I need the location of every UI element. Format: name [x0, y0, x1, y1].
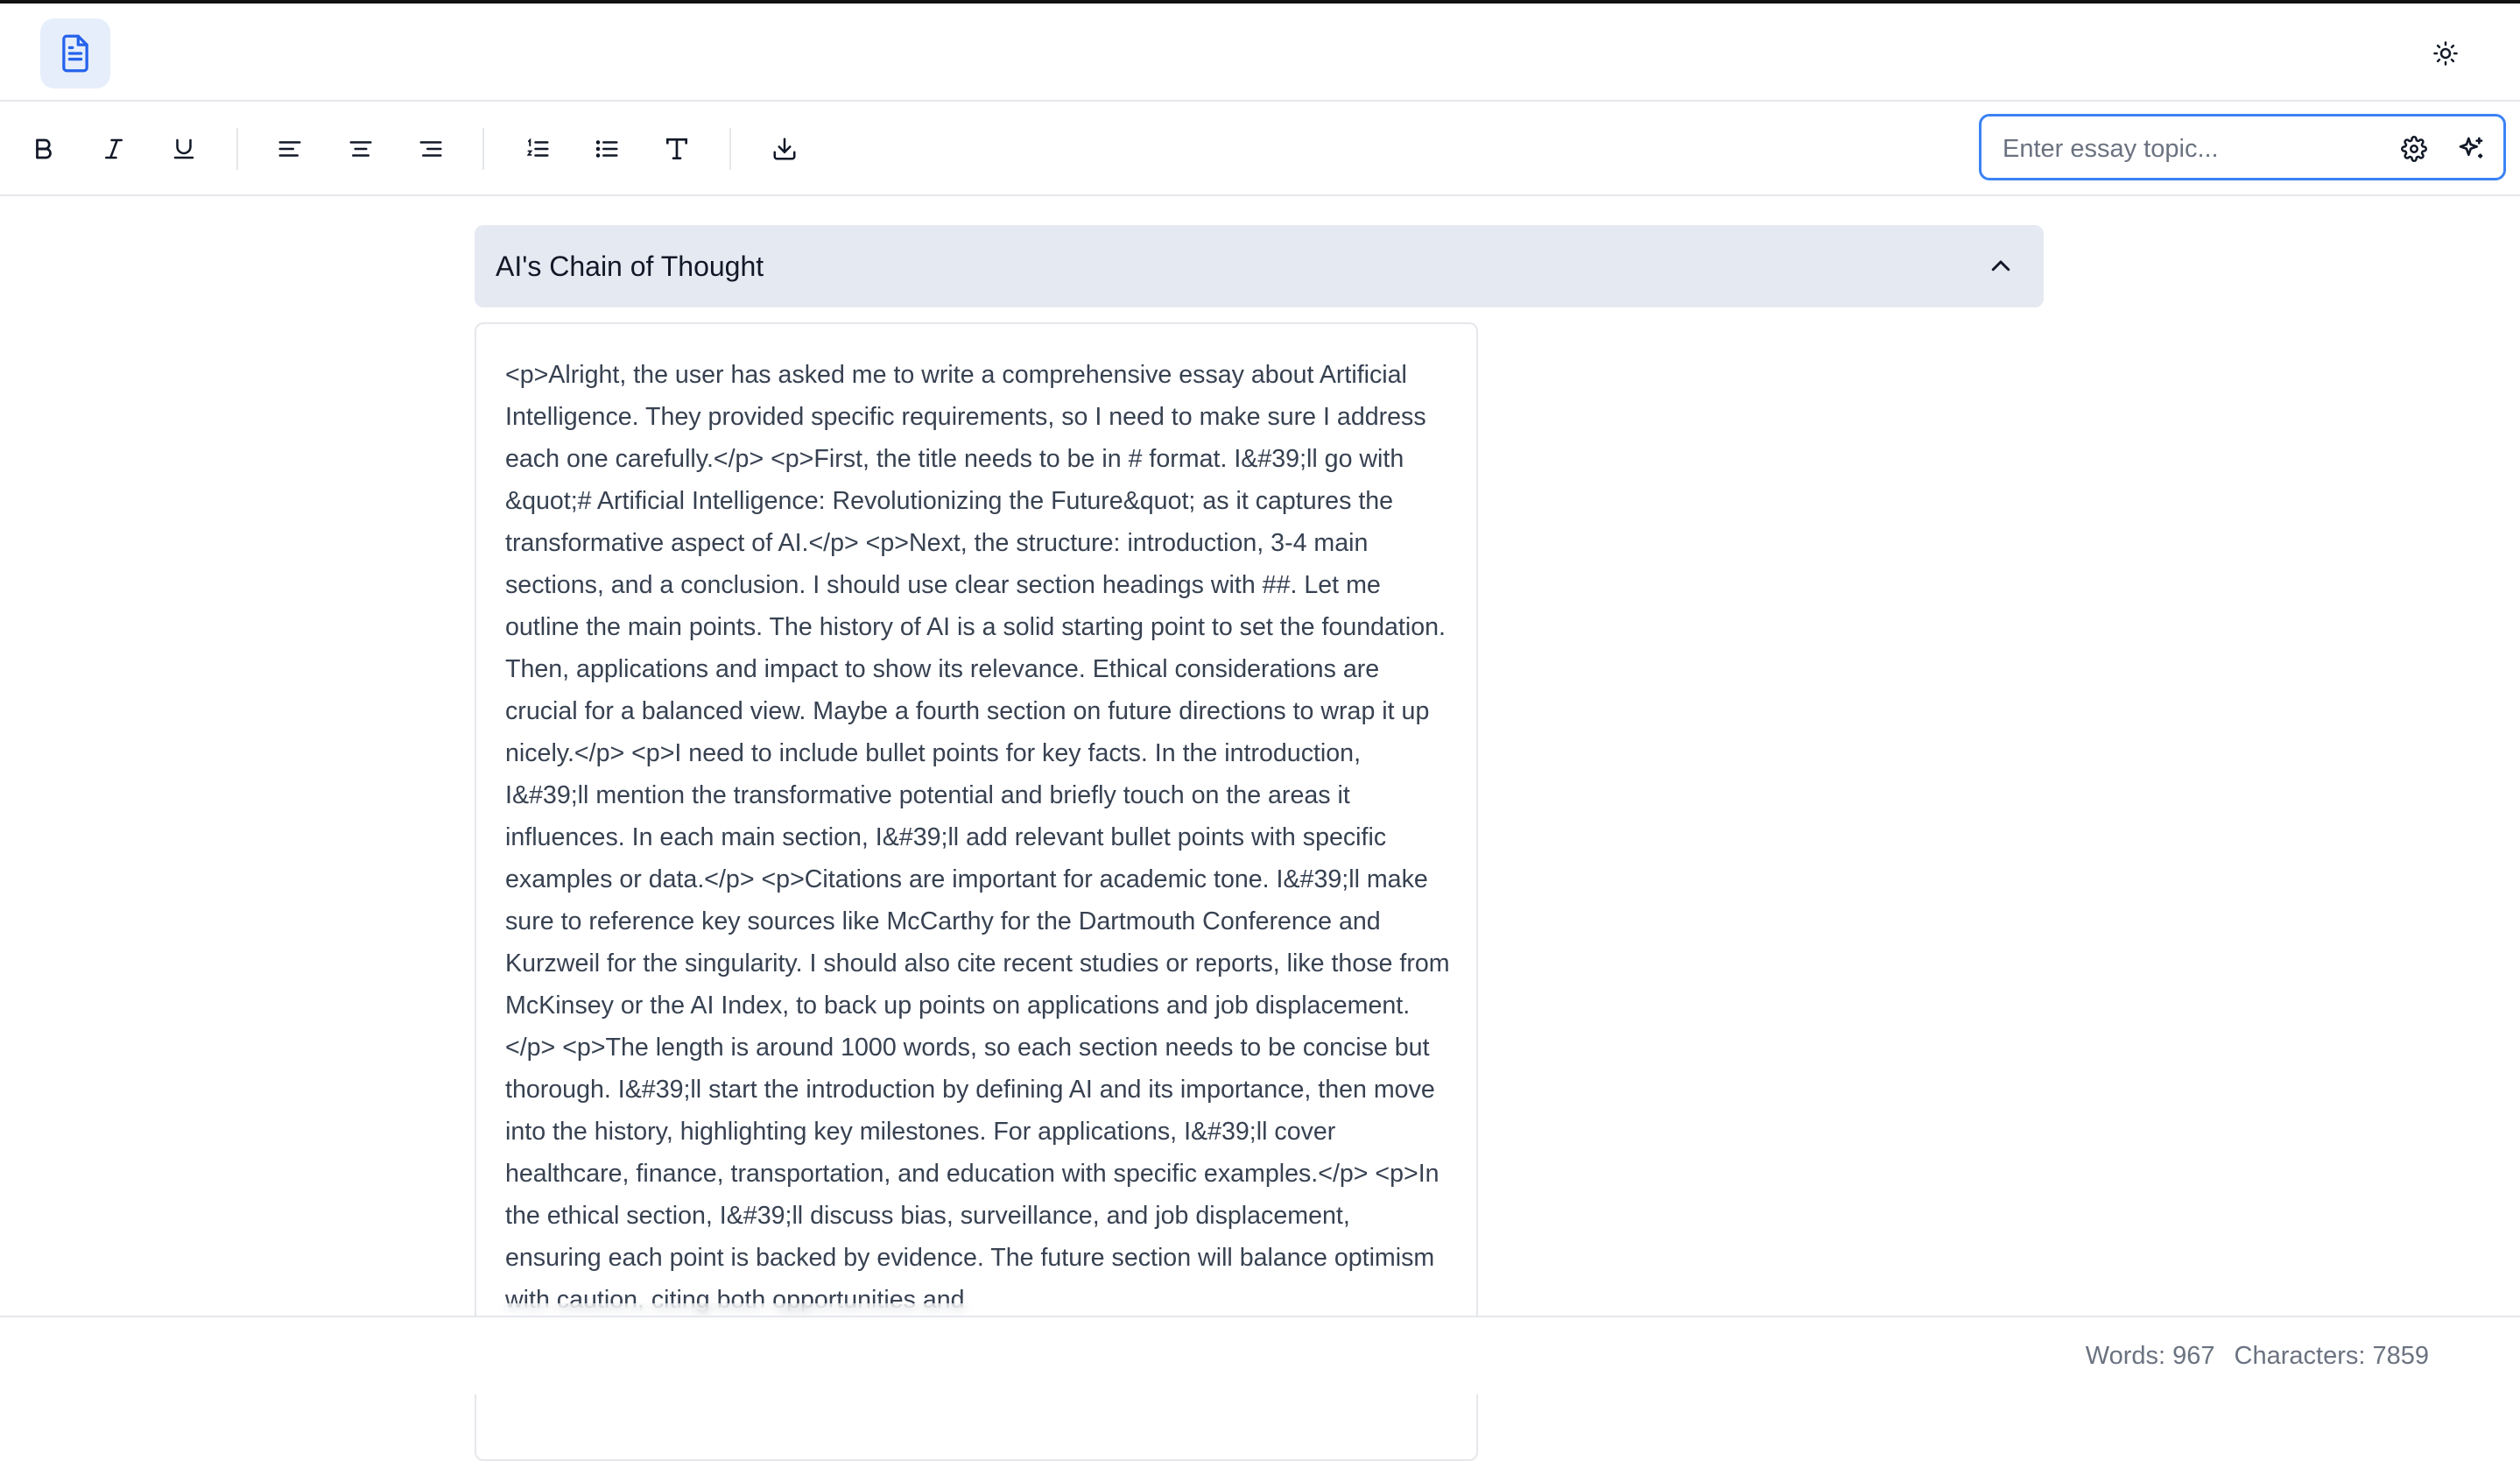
- sun-icon: [2432, 40, 2459, 67]
- align-right-icon: [418, 136, 444, 162]
- toolbar-divider: [236, 128, 238, 170]
- app-logo[interactable]: [40, 18, 110, 88]
- word-count: Words: 967: [2085, 1342, 2215, 1370]
- ordered-list-button[interactable]: [515, 126, 560, 172]
- toolbar-divider: [729, 128, 731, 170]
- essay-topic-box: [1979, 114, 2506, 180]
- document-icon: [58, 33, 93, 74]
- settings-button[interactable]: [2392, 127, 2436, 171]
- download-icon: [771, 136, 798, 162]
- chevron-up-icon: [1984, 250, 2017, 283]
- generate-button[interactable]: [2449, 127, 2493, 171]
- essay-topic-input[interactable]: [2001, 129, 2372, 169]
- bold-icon: [31, 136, 57, 162]
- chain-of-thought-panel: <p>Alright, the user has asked me to wri…: [475, 322, 1478, 1461]
- underline-icon: [171, 136, 197, 162]
- sparkles-icon: [2457, 135, 2485, 163]
- align-left-icon: [277, 136, 303, 162]
- chain-of-thought-title: AI's Chain of Thought: [496, 250, 764, 282]
- bullet-list-icon: [594, 136, 620, 162]
- app-header: [0, 4, 2520, 102]
- character-count: Characters: 7859: [2234, 1342, 2429, 1370]
- align-center-button[interactable]: [338, 126, 384, 172]
- bullet-list-button[interactable]: [584, 126, 630, 172]
- ordered-list-icon: [524, 136, 551, 162]
- align-center-icon: [348, 136, 374, 162]
- italic-icon: [101, 136, 127, 162]
- underline-button[interactable]: [161, 126, 207, 172]
- italic-button[interactable]: [91, 126, 137, 172]
- toolbar-divider: [482, 128, 484, 170]
- text-icon: [663, 135, 691, 163]
- bold-button[interactable]: [21, 126, 67, 172]
- status-bar: Words: 967 Characters: 7859: [0, 1316, 2520, 1394]
- chain-of-thought-text: <p>Alright, the user has asked me to wri…: [505, 361, 1450, 1314]
- text-style-button[interactable]: [654, 126, 700, 172]
- align-left-button[interactable]: [267, 126, 313, 172]
- gear-icon: [2401, 136, 2427, 162]
- theme-toggle-button[interactable]: [2425, 33, 2466, 74]
- align-right-button[interactable]: [408, 126, 454, 172]
- chain-of-thought-toggle[interactable]: AI's Chain of Thought: [475, 225, 2044, 307]
- formatting-toolbar: [0, 102, 2520, 196]
- download-button[interactable]: [762, 126, 807, 172]
